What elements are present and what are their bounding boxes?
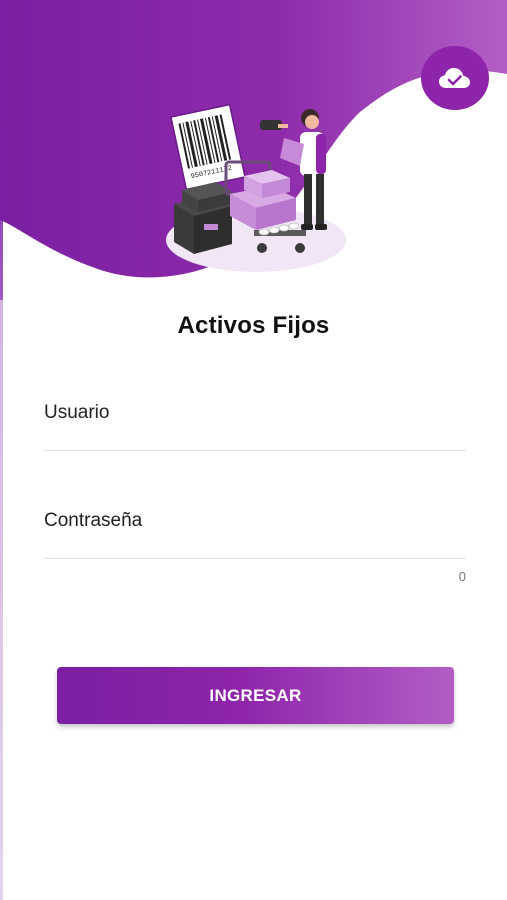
cloud-sync-button[interactable] [421,46,489,110]
username-input[interactable] [44,402,466,424]
password-character-counter: 0 [458,569,466,584]
page-title: Activos Fijos [177,312,330,339]
barcode-label: 9507211172 [170,104,246,191]
login-button[interactable]: INGRESAR [57,667,454,724]
password-input[interactable] [44,510,466,532]
password-field[interactable] [44,510,466,559]
cloud-check-icon [439,68,470,88]
warehouse-illustration: 9507211172 [166,104,346,272]
dark-boxes [174,182,232,254]
username-field[interactable] [44,402,466,451]
login-screen: 9507211172 Activos Fijos Usuario 0 INGRE… [0,0,507,900]
